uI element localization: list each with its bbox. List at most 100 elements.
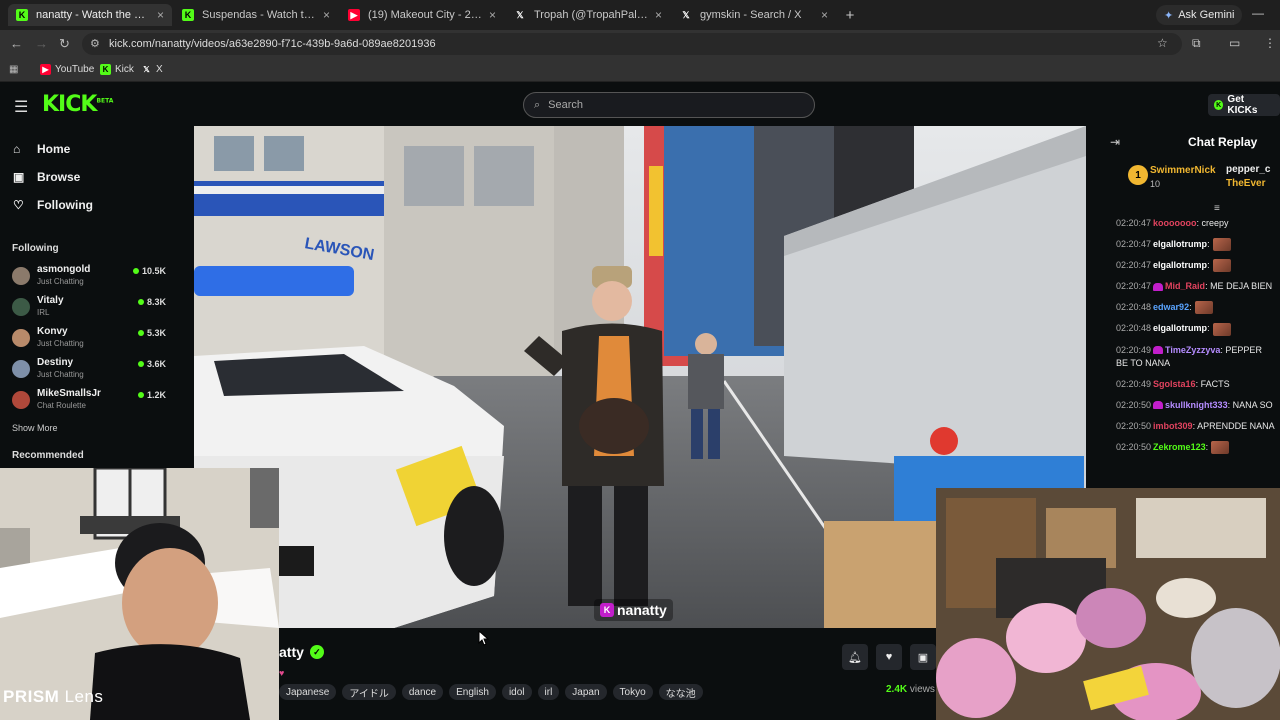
browser-tab[interactable]: K Suspendas - Watch the VOD o × bbox=[174, 4, 338, 26]
minimize-icon[interactable]: — bbox=[1252, 6, 1264, 20]
chat-title: Chat Replay bbox=[1188, 135, 1258, 149]
reload-icon[interactable]: ↻ bbox=[59, 36, 70, 52]
tab-title: nanatty - Watch the VOD o bbox=[36, 9, 151, 21]
tab-title: gymskin - Search / X bbox=[700, 9, 802, 21]
back-icon[interactable]: ← bbox=[10, 36, 23, 51]
tag[interactable]: Tokyo bbox=[612, 684, 653, 700]
chat-message: 02:20:50 skullknight333: NANA SO bbox=[1116, 399, 1276, 412]
avatar bbox=[12, 391, 30, 409]
close-icon[interactable]: × bbox=[655, 8, 662, 22]
tag[interactable]: アイドル bbox=[342, 684, 396, 700]
new-tab-button[interactable]: + bbox=[840, 4, 860, 26]
gemini-icon: ✦ bbox=[1164, 9, 1174, 22]
sidebar-item-browse[interactable]: ▣ Browse bbox=[13, 170, 80, 184]
extensions-icon[interactable]: ⧉ bbox=[1192, 36, 1201, 51]
subtitle-handle: K nanatty bbox=[594, 599, 673, 621]
sidebar-item-home[interactable]: ⌂ Home bbox=[13, 142, 70, 156]
chat-message: 02:20:49 Sgolsta16: FACTS bbox=[1116, 378, 1276, 391]
logo-beta: BETA bbox=[96, 97, 114, 105]
gifter-name[interactable]: TheEver bbox=[1226, 178, 1265, 189]
chat-username[interactable]: TimeZyzzyva bbox=[1165, 345, 1220, 355]
chat-username[interactable]: imbot309 bbox=[1153, 421, 1193, 431]
message-time: 02:20:47 bbox=[1116, 239, 1152, 249]
url-field[interactable]: ⚙ kick.com/nanatty/videos/a63e2890-f71c-… bbox=[82, 33, 1182, 55]
tag[interactable]: なな池 bbox=[658, 684, 703, 700]
viewer-count: 8.3K bbox=[137, 297, 166, 307]
home-icon: ⌂ bbox=[13, 142, 21, 156]
followed-channel[interactable]: MikeSmallsJr Chat Roulette 1.2K bbox=[12, 388, 170, 412]
close-icon[interactable]: × bbox=[157, 8, 164, 22]
emote-icon bbox=[1212, 259, 1231, 273]
bookmark-star-icon[interactable]: ☆ bbox=[1157, 36, 1168, 50]
close-icon[interactable]: × bbox=[821, 8, 828, 22]
tag[interactable]: Japanese bbox=[279, 684, 337, 700]
chat-message: 02:20:50 Zekrome123: bbox=[1116, 440, 1276, 454]
notification-bell-button[interactable]: 🔔︎ bbox=[842, 644, 868, 670]
emote-icon bbox=[1194, 301, 1213, 315]
browser-tab[interactable]: ▶ (19) Makeout City - 21 - YouTu × bbox=[340, 4, 504, 26]
live-dot-icon bbox=[137, 330, 144, 336]
message-time: 02:20:47 bbox=[1116, 218, 1152, 228]
sidebar-item-following[interactable]: ♡ Following bbox=[13, 198, 93, 212]
search-input[interactable]: ⌕ Search bbox=[523, 92, 815, 118]
get-kicks-label: Get KICKs bbox=[1227, 94, 1258, 116]
follow-button[interactable]: ♥ bbox=[876, 644, 902, 670]
channel-name-text: atty bbox=[279, 644, 304, 660]
chat-username[interactable]: Mid_Raid bbox=[1165, 281, 1205, 291]
side-panel-icon[interactable]: ▭ bbox=[1229, 36, 1240, 50]
chat-username[interactable]: Zekrome123 bbox=[1153, 442, 1206, 452]
get-kicks-button[interactable]: K Get KICKs bbox=[1208, 94, 1280, 116]
view-count: 2.4K views bbox=[886, 684, 935, 695]
hamburger-menu-icon[interactable]: ☰ bbox=[14, 97, 28, 117]
chat-message: 02:20:48 elgallotrump: bbox=[1116, 322, 1276, 336]
forward-icon[interactable]: → bbox=[35, 36, 48, 51]
kick-logo[interactable]: KICKBETA bbox=[42, 92, 113, 117]
close-icon[interactable]: × bbox=[323, 8, 330, 22]
chat-username[interactable]: elgallotrump bbox=[1153, 323, 1207, 333]
search-icon: ⌕ bbox=[534, 98, 541, 111]
bookmark-youtube[interactable]: ▶ YouTube bbox=[40, 64, 94, 75]
show-more-link[interactable]: Show More bbox=[12, 423, 58, 433]
gifter-name[interactable]: pepper_c bbox=[1226, 164, 1270, 175]
tag[interactable]: Japan bbox=[565, 684, 607, 700]
youtube-icon: ▶ bbox=[40, 64, 51, 75]
site-info-icon[interactable]: ⚙ bbox=[90, 37, 100, 50]
collapse-chat-icon[interactable]: ⇥ bbox=[1110, 135, 1120, 149]
followed-channel[interactable]: Konvy Just Chatting 5.3K bbox=[12, 326, 170, 350]
tag[interactable]: irl bbox=[537, 684, 560, 700]
channel-title[interactable]: atty ✓ bbox=[279, 644, 324, 660]
gift-button[interactable]: ▣ bbox=[910, 644, 936, 670]
chat-username[interactable]: edwar92 bbox=[1153, 302, 1189, 312]
menu-icon[interactable]: ⋮ bbox=[1264, 36, 1276, 50]
message-time: 02:20:50 bbox=[1116, 399, 1152, 410]
gift-icon: ▣ bbox=[917, 651, 929, 664]
chat-username[interactable]: elgallotrump bbox=[1153, 260, 1207, 270]
close-icon[interactable]: × bbox=[489, 8, 496, 22]
top-gifters: 1 SwimmerNick 10 pepper_c TheEver bbox=[1100, 161, 1280, 201]
followed-channel[interactable]: asmongold Just Chatting 10.5K bbox=[12, 264, 170, 288]
chat-username[interactable]: elgallotrump bbox=[1153, 239, 1207, 249]
apps-icon[interactable]: ▦ bbox=[9, 64, 18, 75]
chat-username[interactable]: Sgolsta16 bbox=[1153, 379, 1196, 389]
expand-pinned-icon[interactable]: ≡ bbox=[1214, 203, 1220, 214]
tag[interactable]: dance bbox=[401, 684, 444, 700]
kick-icon: K bbox=[600, 603, 614, 617]
message-text: : bbox=[1205, 441, 1209, 452]
bookmark-x[interactable]: 𝕏 X bbox=[141, 64, 162, 75]
ask-gemini-button[interactable]: ✦ Ask Gemini bbox=[1156, 5, 1243, 25]
browser-tab[interactable]: 𝕏 Tropah (@TropahPalm) / X × bbox=[506, 4, 670, 26]
followed-channel[interactable]: Vitaly IRL 8.3K bbox=[12, 295, 170, 319]
tag[interactable]: idol bbox=[501, 684, 532, 700]
ask-gemini-label: Ask Gemini bbox=[1178, 9, 1235, 21]
message-time: 02:20:47 bbox=[1116, 281, 1152, 292]
browser-tab[interactable]: 𝕏 gymskin - Search / X × bbox=[672, 4, 836, 26]
tag[interactable]: English bbox=[449, 684, 496, 700]
chat-username[interactable]: skullknight333 bbox=[1165, 400, 1228, 410]
browser-tab[interactable]: K nanatty - Watch the VOD o × bbox=[8, 4, 172, 26]
followed-channel[interactable]: Destiny Just Chatting 3.6K bbox=[12, 357, 170, 381]
viewer-count: 3.6K bbox=[137, 359, 166, 369]
chat-username[interactable]: kooooooo bbox=[1153, 218, 1197, 228]
kick-icon: K bbox=[16, 9, 28, 21]
gifter-name[interactable]: SwimmerNick bbox=[1150, 165, 1216, 176]
bookmark-kick[interactable]: K Kick bbox=[100, 64, 134, 75]
